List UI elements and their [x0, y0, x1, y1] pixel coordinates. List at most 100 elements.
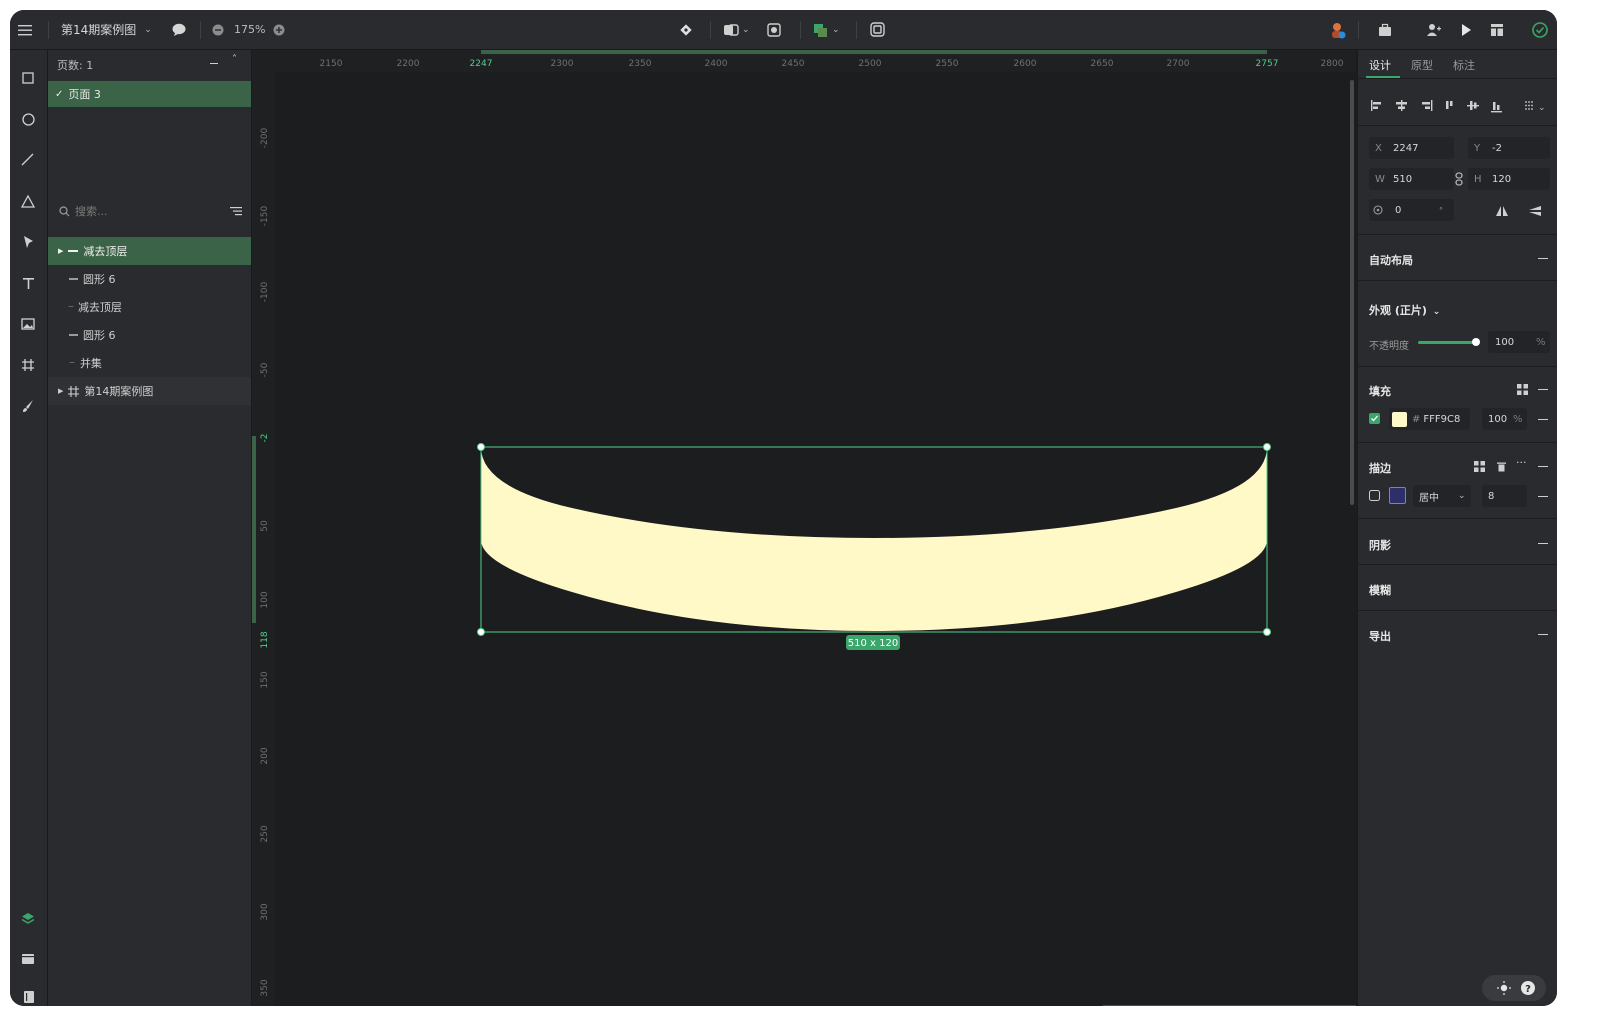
remove-fill-button[interactable] — [1538, 389, 1548, 390]
boolean-icon — [724, 23, 739, 36]
filter-icon[interactable] — [230, 206, 242, 216]
tab-prototype[interactable]: 原型 — [1411, 57, 1433, 73]
zoom-level[interactable]: 175% — [234, 10, 265, 49]
frame-tool[interactable] — [17, 354, 39, 376]
fill-color-dropdown[interactable]: ⌄ — [813, 10, 840, 49]
ellipse-tool[interactable] — [17, 108, 39, 130]
text-tool[interactable] — [17, 272, 39, 294]
ruler-tick-label: -50 — [260, 362, 270, 377]
plugin-button[interactable] — [1378, 10, 1392, 49]
layer-row[interactable]: 圆形 6 — [48, 265, 251, 293]
doc-title-dropdown[interactable]: 第14期案例图 ⌄ — [61, 10, 152, 49]
help-icon[interactable]: ? — [1521, 981, 1535, 995]
height-field[interactable]: H 120 — [1468, 168, 1550, 190]
x-field[interactable]: X 2247 — [1369, 137, 1454, 159]
h-value: 120 — [1492, 173, 1512, 185]
chevron-up-icon[interactable]: ˄ — [232, 54, 237, 65]
opacity-field[interactable]: 100 % — [1488, 331, 1550, 353]
chevron-down-icon: ⌄ — [832, 24, 840, 35]
zoom-in-button[interactable] — [273, 10, 285, 49]
add-shadow-button[interactable] — [1538, 543, 1548, 544]
layer-row[interactable]: ⌣ 减去顶层 — [48, 293, 251, 321]
constrain-proportions-icon[interactable] — [1454, 172, 1464, 186]
library-tab-button[interactable] — [17, 986, 39, 1006]
remove-auto-layout-button[interactable] — [1538, 258, 1548, 259]
layer-row[interactable]: 圆形 6 — [48, 321, 251, 349]
add-export-button[interactable] — [1538, 634, 1548, 635]
polygon-tool[interactable] — [17, 190, 39, 212]
stroke-visible-checkbox[interactable] — [1369, 490, 1380, 501]
appearance-title[interactable]: 外观 (正片) ⌄ — [1369, 302, 1440, 318]
ruler-tick-label: 100 — [260, 591, 270, 608]
ruler-tick-label: 118 — [260, 631, 270, 648]
mask-icon — [767, 22, 781, 37]
remove-stroke-button[interactable] — [1538, 466, 1548, 467]
remove-stroke-item-button[interactable] — [1538, 496, 1548, 497]
ruler-tick-label: 2800 — [1321, 59, 1344, 69]
layer-row[interactable]: ▶ 第14期案例图 — [48, 377, 251, 405]
layer-search[interactable]: 搜索... — [48, 198, 251, 224]
opacity-slider[interactable] — [1418, 341, 1476, 344]
pen-tool[interactable] — [17, 231, 39, 253]
layout-button[interactable] — [1490, 10, 1504, 49]
menu-button[interactable] — [18, 10, 32, 49]
y-field[interactable]: Y -2 — [1468, 137, 1550, 159]
layer-row[interactable]: ▶ 减去顶层 — [48, 237, 251, 265]
tab-inspect[interactable]: 标注 — [1453, 57, 1475, 73]
rectangle-tool[interactable] — [17, 67, 39, 89]
play-button[interactable] — [1460, 10, 1472, 49]
horizontal-scrollbar — [1102, 1005, 1356, 1006]
y-label: Y — [1474, 142, 1481, 154]
hamburger-icon — [18, 24, 32, 35]
mask-button[interactable] — [767, 10, 781, 49]
component-button[interactable] — [679, 10, 693, 49]
assets-tab-button[interactable] — [17, 947, 39, 969]
canvas[interactable]: 2150 2200 2247 2300 2350 2400 2450 2500 2550 2600… — [252, 50, 1356, 1006]
stroke-position-select[interactable]: 居中 ⌄ — [1413, 485, 1471, 507]
line-tool[interactable] — [17, 149, 39, 171]
style-grid-icon[interactable] — [1474, 461, 1485, 472]
style-grid-icon[interactable] — [1517, 384, 1528, 395]
more-icon[interactable]: ··· — [1516, 456, 1527, 469]
ruler-tick-label: 2450 — [782, 59, 805, 69]
flip-horizontal-icon[interactable] — [1495, 205, 1509, 217]
brush-tool[interactable] — [17, 395, 39, 417]
user-avatar[interactable] — [1328, 10, 1346, 49]
ruler-tick-label: 2400 — [705, 59, 728, 69]
stroke-width-field[interactable]: 8 — [1482, 485, 1527, 507]
page-item[interactable]: ✓ 页面 3 — [48, 81, 251, 107]
rotation-field[interactable]: 0 ° — [1369, 199, 1454, 221]
ruler-tick-label: 2757 — [1256, 59, 1279, 69]
sync-status[interactable] — [1532, 10, 1548, 49]
image-icon — [21, 318, 35, 330]
user-add-icon — [1427, 23, 1441, 36]
search-input[interactable]: 搜索... — [75, 203, 108, 219]
boolean-dropdown[interactable]: ⌄ — [723, 10, 750, 49]
width-field[interactable]: W 510 — [1369, 168, 1454, 190]
layer-row[interactable]: ⌣ 并集 — [48, 349, 251, 377]
fill-opacity-field[interactable]: 100 % — [1482, 408, 1527, 430]
layer-label: 并集 — [79, 357, 102, 370]
fill-color-field[interactable]: # FFF9C8 — [1389, 408, 1470, 430]
layers-tab-button[interactable] — [17, 908, 39, 930]
align-toolbar[interactable]: ⌄ — [1358, 97, 1557, 117]
fill-swatch[interactable] — [1392, 411, 1407, 427]
zoom-out-button[interactable] — [212, 10, 224, 49]
image-tool[interactable] — [17, 313, 39, 335]
comment-button[interactable] — [172, 10, 186, 49]
opacity-slider-thumb[interactable] — [1472, 338, 1480, 346]
flip-vertical-icon[interactable] — [1528, 205, 1542, 217]
fill-visible-checkbox[interactable] — [1369, 413, 1380, 424]
trash-icon[interactable] — [1496, 461, 1507, 472]
frame-button[interactable] — [870, 10, 885, 49]
shape-icon — [69, 334, 78, 336]
share-button[interactable] — [1426, 10, 1442, 49]
tab-design[interactable]: 设计 — [1369, 57, 1391, 73]
sun-icon[interactable] — [1497, 981, 1511, 995]
collapse-pages-button[interactable] — [210, 63, 218, 64]
stroke-swatch[interactable] — [1389, 487, 1406, 504]
vertical-ruler-selection — [252, 436, 256, 623]
svg-text:?: ? — [1525, 984, 1531, 995]
remove-fill-item-button[interactable] — [1538, 419, 1548, 420]
stroke-title: 描边 — [1369, 462, 1391, 475]
